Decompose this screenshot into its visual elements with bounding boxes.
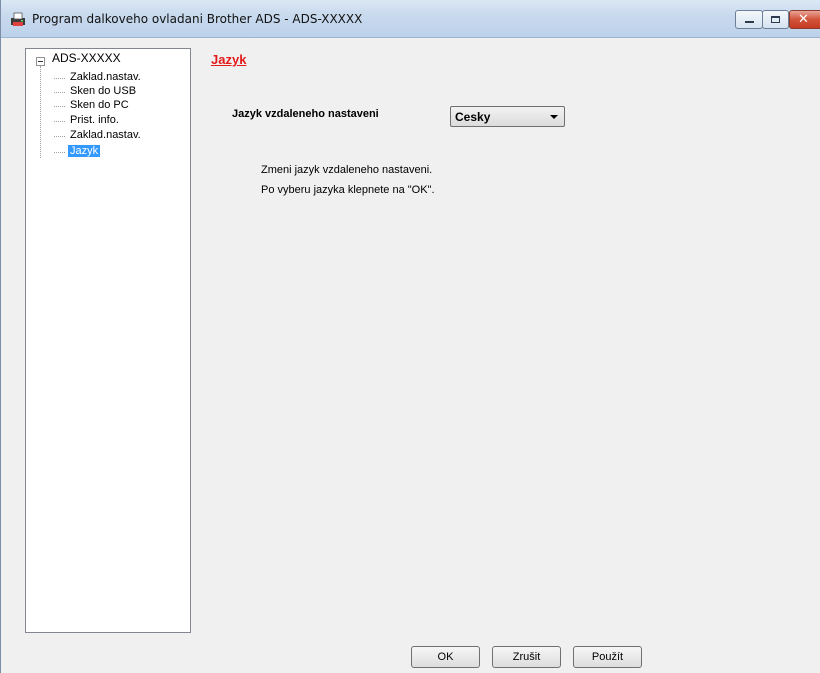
- tree-item-basic-settings-2[interactable]: Zaklad.nastav.: [54, 129, 143, 141]
- tree-connector-lines: [40, 66, 53, 158]
- tree-connector: [54, 136, 65, 137]
- printer-app-icon: [11, 12, 25, 26]
- apply-button[interactable]: Použít: [573, 646, 642, 668]
- maximize-button[interactable]: [762, 10, 789, 29]
- language-select[interactable]: Cesky: [450, 106, 565, 127]
- maximize-icon: [771, 16, 780, 23]
- language-field-label: Jazyk vzdaleneho nastaveni: [232, 108, 379, 120]
- description-line-1: Zmeni jazyk vzdaleneho nastaveni.: [261, 164, 433, 176]
- tree-connector: [54, 106, 65, 107]
- section-title: Jazyk: [211, 52, 247, 67]
- close-button[interactable]: ✕: [789, 10, 820, 29]
- tree-connector: [54, 152, 65, 153]
- title-bar[interactable]: Program dalkoveho ovladani Brother ADS -…: [1, 0, 820, 38]
- collapse-expander-icon[interactable]: [36, 57, 45, 66]
- tree-item-label: Sken do USB: [70, 85, 137, 97]
- minimize-button[interactable]: [735, 10, 763, 29]
- tree-item-device-info[interactable]: Prist. info.: [54, 114, 121, 126]
- cancel-button[interactable]: Zrušit: [492, 646, 561, 668]
- tree-item-scan-to-pc[interactable]: Sken do PC: [54, 99, 131, 111]
- tree-connector: [54, 121, 65, 122]
- description-line-2: Po vyberu jazyka klepnete na "OK".: [261, 184, 435, 196]
- chevron-down-icon: [550, 115, 558, 119]
- tree-item-scan-to-usb[interactable]: Sken do USB: [54, 85, 138, 97]
- tree-item-label: Prist. info.: [70, 114, 119, 126]
- tree-item-label: Zaklad.nastav.: [70, 129, 141, 141]
- tree-item-label: Sken do PC: [70, 99, 129, 111]
- window-title: Program dalkoveho ovladani Brother ADS -…: [32, 12, 363, 26]
- remote-setup-window: Program dalkoveho ovladani Brother ADS -…: [0, 0, 820, 673]
- language-select-value: Cesky: [455, 110, 491, 124]
- tree-item-language[interactable]: Jazyk: [54, 145, 101, 157]
- tree-item-label: Zaklad.nastav.: [70, 71, 141, 83]
- tree-connector: [54, 78, 65, 79]
- tree-root-device[interactable]: ADS-XXXXX: [52, 51, 121, 65]
- tree-item-basic-settings[interactable]: Zaklad.nastav.: [54, 71, 143, 83]
- navigation-tree[interactable]: ADS-XXXXX Zaklad.nastav. Sken do USB Ske…: [25, 48, 191, 633]
- close-icon: ✕: [798, 12, 809, 27]
- minimize-icon: [745, 21, 754, 23]
- tree-item-label: Jazyk: [70, 145, 99, 157]
- tree-connector: [54, 92, 65, 93]
- ok-button[interactable]: OK: [411, 646, 480, 668]
